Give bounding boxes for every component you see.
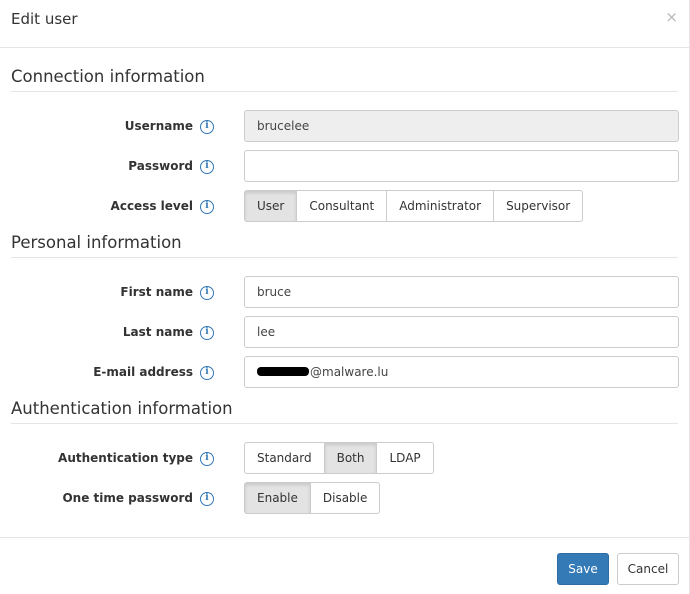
auth-type-label: Authentication type	[58, 451, 193, 465]
save-button[interactable]: Save	[557, 553, 609, 585]
section-divider	[11, 91, 678, 92]
password-label: Password	[128, 159, 193, 173]
first-name-field[interactable]: bruce	[244, 276, 679, 308]
info-icon[interactable]: i	[200, 492, 214, 506]
auth-type-option-standard[interactable]: Standard	[244, 442, 325, 474]
dialog-header: Edit user ×	[0, 0, 690, 48]
auth-type-option-ldap[interactable]: LDAP	[376, 442, 434, 474]
access-level-option-supervisor[interactable]: Supervisor	[493, 190, 584, 222]
access-level-option-consultant[interactable]: Consultant	[296, 190, 388, 222]
password-field[interactable]	[244, 150, 679, 182]
info-icon[interactable]: i	[200, 160, 214, 174]
section-title-authentication: Authentication information	[11, 399, 233, 418]
email-value: @malware.lu	[310, 365, 389, 379]
info-icon[interactable]: i	[200, 200, 214, 214]
section-divider	[11, 423, 678, 424]
edit-user-dialog: Edit user × Connection information Usern…	[0, 0, 690, 594]
email-field[interactable]: @malware.lu	[244, 356, 679, 388]
last-name-field[interactable]: lee	[244, 316, 679, 348]
footer-divider	[0, 537, 690, 538]
info-icon[interactable]: i	[200, 286, 214, 300]
redaction-mark	[257, 367, 309, 376]
last-name-label: Last name	[122, 325, 193, 339]
section-divider	[11, 257, 678, 258]
auth-type-option-both[interactable]: Both	[323, 442, 378, 474]
access-level-option-user[interactable]: User	[244, 190, 298, 222]
access-level-label: Access level	[110, 199, 193, 213]
auth-type-group: Standard Both LDAP	[244, 442, 434, 474]
section-title-personal: Personal information	[11, 233, 182, 252]
first-name-label: First name	[120, 285, 193, 299]
otp-option-enable[interactable]: Enable	[244, 482, 311, 514]
dialog-title: Edit user	[11, 10, 78, 28]
info-icon[interactable]: i	[200, 452, 214, 466]
username-field[interactable]: brucelee	[244, 110, 679, 142]
otp-label: One time password	[62, 491, 193, 505]
username-label: Username	[124, 119, 193, 133]
info-icon[interactable]: i	[200, 120, 214, 134]
access-level-group: User Consultant Administrator Supervisor	[244, 190, 584, 222]
email-label: E-mail address	[93, 365, 193, 379]
cancel-button[interactable]: Cancel	[617, 553, 679, 585]
close-icon[interactable]: ×	[665, 8, 678, 26]
info-icon[interactable]: i	[200, 326, 214, 340]
info-icon[interactable]: i	[200, 366, 214, 380]
otp-group: Enable Disable	[244, 482, 381, 514]
section-title-connection: Connection information	[11, 67, 205, 86]
otp-option-disable[interactable]: Disable	[309, 482, 381, 514]
access-level-option-administrator[interactable]: Administrator	[386, 190, 495, 222]
